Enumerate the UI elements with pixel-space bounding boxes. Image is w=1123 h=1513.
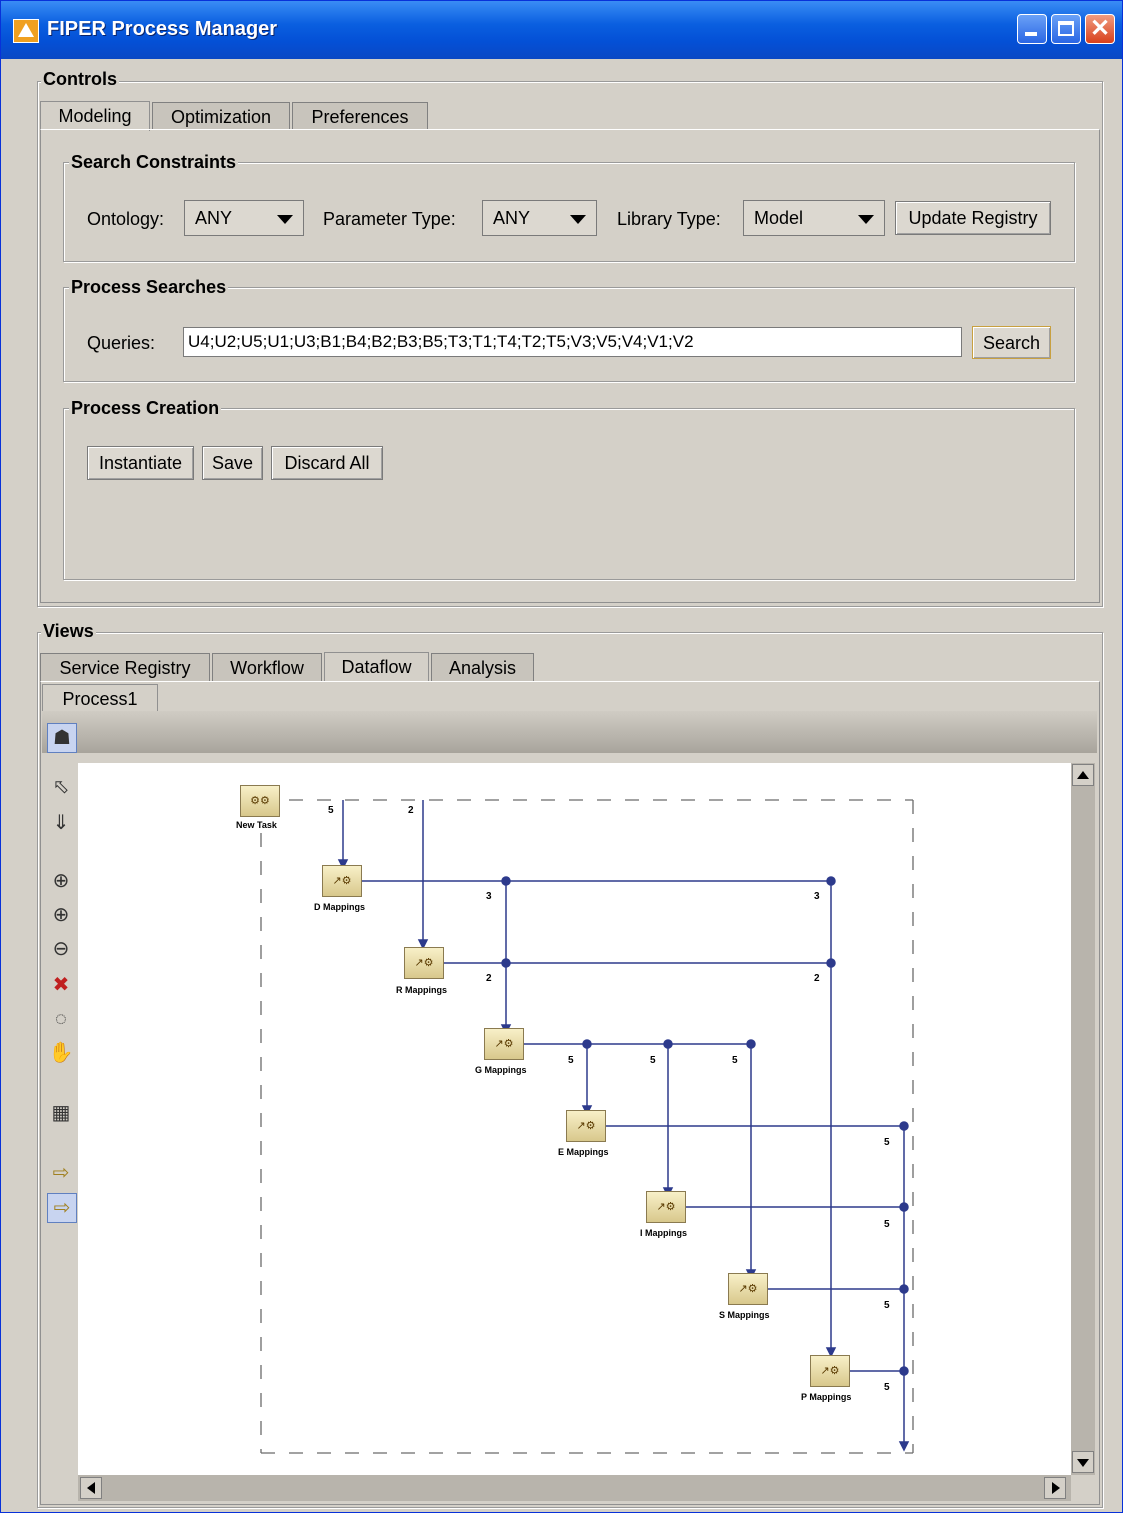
instantiate-button[interactable]: Instantiate [87,446,194,480]
task-label: I Mappings [640,1228,687,1238]
edge-label: 5 [884,1382,890,1393]
maximize-icon [1058,21,1074,36]
queries-label: Queries: [87,333,156,353]
task-node-icon[interactable]: ↗⚙ [322,865,362,897]
scroll-right-button[interactable] [1044,1477,1066,1499]
scroll-left-button[interactable] [80,1477,102,1499]
task-label: D Mappings [314,902,365,912]
discard-all-button[interactable]: Discard All [271,446,383,480]
horizontal-scrollbar[interactable] [78,1475,1071,1501]
drill-down-icon[interactable]: ⇓ [47,809,75,837]
ontology-label: Ontology: [87,209,165,229]
ontology-value: ANY [195,208,233,228]
edge-label: 5 [884,1300,890,1311]
pan-hand-icon[interactable]: ✋ [47,1039,75,1067]
search-button[interactable]: Search [972,326,1051,359]
tab-process1[interactable]: Process1 [42,684,158,714]
library-type-select[interactable]: Model [743,200,885,236]
parameter-type-select[interactable]: ANY [482,200,597,236]
minimize-icon [1025,32,1037,36]
task-node-icon[interactable]: ⚙⚙ [240,785,280,817]
task-label: S Mappings [719,1310,770,1320]
chevron-down-icon [1077,1459,1089,1467]
chevron-up-icon [1077,771,1089,779]
task-node-icon[interactable]: ↗⚙ [728,1273,768,1305]
process-creation-label: Process Creation [69,398,222,419]
task-label: R Mappings [396,985,447,995]
save-button[interactable]: Save [202,446,263,480]
edge-label: 5 [650,1055,656,1066]
chevron-left-icon [87,1482,95,1494]
tab-preferences[interactable]: Preferences [292,102,428,130]
tab-workflow[interactable]: Workflow [212,653,322,681]
chevron-down-icon [277,215,293,224]
task-node-icon[interactable]: ↗⚙ [810,1355,850,1387]
scroll-up-button[interactable] [1072,764,1094,786]
edge-label: 2 [814,973,820,984]
task-label: New Task [236,820,277,830]
edge-label: 5 [568,1055,574,1066]
zoom-fit-icon[interactable]: ⊕ [47,867,75,895]
minimize-button[interactable] [1017,14,1047,44]
parameter-type-label: Parameter Type: [323,209,456,229]
task-label: G Mappings [475,1065,527,1075]
close-button[interactable]: ✕ [1085,14,1115,44]
export-icon[interactable]: ⇨ [47,1159,75,1187]
scroll-down-button[interactable] [1072,1451,1094,1473]
task-node-icon[interactable]: ↗⚙ [404,947,444,979]
task-node-icon[interactable]: ↗⚙ [566,1110,606,1142]
tab-optimization[interactable]: Optimization [152,102,290,130]
edge-label: 5 [884,1137,890,1148]
edge-label: 5 [328,805,334,816]
library-type-value: Model [754,208,804,228]
edge-label: 5 [884,1219,890,1230]
queries-input[interactable]: U4;U2;U5;U1;U3;B1;B4;B2;B3;B5;T3;T1;T4;T… [183,327,962,357]
compare-icon[interactable]: ⇨ [47,1193,77,1223]
zoom-out-icon[interactable]: ⊖ [47,935,75,963]
zoom-reset-icon[interactable]: ✖ [47,971,75,999]
chevron-right-icon [1052,1482,1060,1494]
library-type-label: Library Type: [617,209,721,229]
app-logo-icon [13,19,39,43]
maximize-button[interactable] [1051,14,1081,44]
task-node-icon[interactable]: ↗⚙ [646,1191,686,1223]
dataflow-canvas[interactable]: ⚙⚙ New Task ↗⚙ D Mappings ↗⚙ R Mappings … [78,763,1071,1475]
tab-analysis[interactable]: Analysis [431,653,534,681]
zoom-in-icon[interactable]: ⊕ [47,901,75,929]
vertical-scrollbar[interactable] [1071,763,1095,1475]
task-label: P Mappings [801,1392,852,1402]
tab-dataflow[interactable]: Dataflow [324,652,429,682]
task-node-icon[interactable]: ↗⚙ [484,1028,524,1060]
close-icon: ✕ [1090,15,1111,42]
controls-label: Controls [41,69,119,90]
tab-modeling[interactable]: Modeling [40,101,150,131]
hierarchy-layout-icon[interactable]: ☗ [47,723,77,753]
update-registry-button[interactable]: Update Registry [895,201,1051,235]
select-arrow-icon[interactable]: ⬁ [47,773,75,801]
title-bar[interactable]: FIPER Process Manager ✕ [1,1,1122,59]
search-constraints-label: Search Constraints [69,152,239,173]
ontology-select[interactable]: ANY [184,200,304,236]
parameter-type-value: ANY [493,208,531,228]
views-label: Views [41,621,96,642]
task-label: E Mappings [558,1147,609,1157]
edge-label: 2 [408,805,414,816]
edge-label: 2 [486,973,492,984]
grid-icon[interactable]: ▦ [47,1099,75,1127]
app-window: FIPER Process Manager ✕ Controls Modelin… [0,0,1123,1513]
chevron-down-icon [570,215,586,224]
edge-label: 3 [814,891,820,902]
tab-service-registry[interactable]: Service Registry [40,653,210,681]
process-searches-label: Process Searches [69,277,229,298]
edge-label: 3 [486,891,492,902]
process-creation-group [63,408,1075,580]
diagram-toolbar [42,711,1097,753]
window-title: FIPER Process Manager [47,18,278,40]
edge-label: 5 [732,1055,738,1066]
chevron-down-icon [858,215,874,224]
zoom-100-icon[interactable]: ◌ [47,1005,75,1033]
